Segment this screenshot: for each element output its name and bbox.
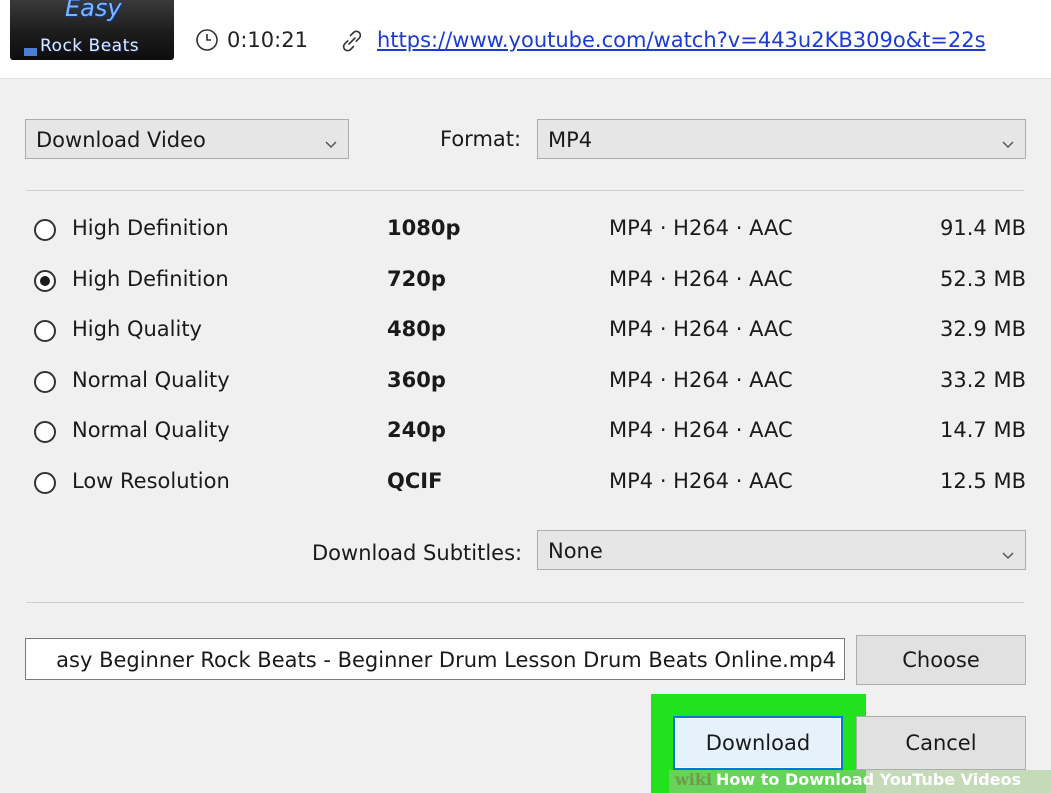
resolution-label: 1080p [387,216,461,240]
quality-option-row[interactable]: High Definition 1080p MP4 · H264 · AAC 91.4… [0,212,1051,252]
watermark-text: How to Download YouTube Videos [716,770,1022,789]
quality-label: Normal Quality [72,367,230,392]
radio-button[interactable] [34,421,56,444]
codec-label: MP4 · H264 · AAC [609,418,793,443]
quality-option-row[interactable]: High Definition 720p MP4 · H264 · AAC 52.3 … [0,263,1051,303]
watermark-brand: wiki [675,770,713,789]
download-button[interactable]: Download [673,716,843,770]
video-thumbnail: Easy Rock Beats [10,0,174,60]
video-duration: 0:10:21 [195,28,308,52]
quality-label: High Definition [72,266,229,291]
choose-button[interactable]: Choose [856,635,1026,685]
format-value: MP4 [548,128,593,152]
video-info-header: Easy Rock Beats 0:10:21 https://www.yout… [0,0,1051,79]
radio-button[interactable] [34,472,56,494]
subtitles-select[interactable]: None [537,530,1026,570]
quality-option-row[interactable]: Normal Quality 240p MP4 · H264 · AAC 14.7 M… [0,414,1051,454]
resolution-label: QCIF [387,469,443,493]
resolution-label: 720p [387,266,446,291]
radio-button[interactable] [34,320,56,343]
file-size-label: 33.2 MB [940,367,1026,392]
file-size-label: 12.5 MB [940,469,1026,493]
cancel-button[interactable]: Cancel [856,716,1026,770]
chevron-down-icon [1001,133,1015,157]
divider [26,190,1024,191]
radio-button[interactable] [34,219,56,241]
quality-option-row[interactable]: Normal Quality 360p MP4 · H264 · AAC 33.2 M… [0,364,1051,404]
divider [26,602,1024,603]
filename-field[interactable]: asy Beginner Rock Beats - Beginner Drum … [25,638,845,680]
chevron-down-icon [324,133,338,157]
radio-button[interactable] [34,370,56,393]
resolution-label: 360p [387,367,446,392]
subtitles-label: Download Subtitles: [312,541,523,565]
file-size-label: 32.9 MB [940,317,1026,342]
download-type-select[interactable]: Download Video [25,119,349,159]
codec-label: MP4 · H264 · AAC [609,469,793,493]
resolution-label: 240p [387,418,446,443]
watermark: wiki How to Download YouTube Videos [669,770,1051,793]
file-size-label: 14.7 MB [940,418,1026,443]
quality-option-row[interactable]: Low Resolution QCIF MP4 · H264 · AAC 12.5 M… [0,465,1051,505]
download-type-value: Download Video [36,128,206,152]
thumbnail-title-line2: Rock Beats [40,36,140,56]
format-select[interactable]: MP4 [537,119,1026,159]
format-label: Format: [440,127,522,151]
subtitles-value: None [548,539,603,563]
codec-label: MP4 · H264 · AAC [609,216,793,240]
filename-value: asy Beginner Rock Beats - Beginner Drum … [56,648,836,672]
link-icon [340,28,364,54]
thumbnail-badge [24,48,37,56]
quality-option-row[interactable]: High Quality 480p MP4 · H264 · AAC 32.9 MB [0,313,1051,353]
clock-icon [195,28,219,52]
codec-label: MP4 · H264 · AAC [609,367,793,392]
quality-label: High Quality [72,317,202,342]
file-size-label: 91.4 MB [940,216,1026,240]
video-url-link[interactable]: https://www.youtube.com/watch?v=443u2KB3… [377,28,986,52]
duration-text: 0:10:21 [227,28,308,52]
quality-label: Low Resolution [72,469,230,493]
file-size-label: 52.3 MB [940,266,1026,291]
resolution-label: 480p [387,317,446,342]
quality-label: High Definition [72,216,229,240]
chevron-down-icon [1001,544,1015,568]
thumbnail-title-line1: Easy [65,0,122,22]
quality-label: Normal Quality [72,418,230,443]
codec-label: MP4 · H264 · AAC [609,317,793,342]
codec-label: MP4 · H264 · AAC [609,266,793,291]
radio-button[interactable] [34,269,56,292]
